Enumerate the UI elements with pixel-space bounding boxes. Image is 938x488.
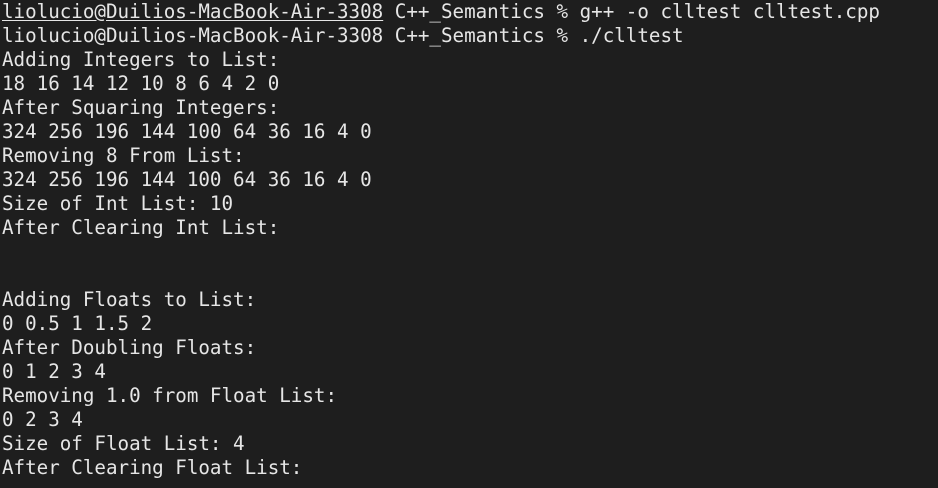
output-line: 0 1 2 3 4: [2, 360, 106, 383]
output-line: Adding Integers to List:: [2, 48, 280, 71]
output-line: Removing 8 From List:: [2, 144, 245, 167]
output-line: Removing 1.0 from Float List:: [2, 384, 338, 407]
terminal-window[interactable]: liolucio@Duilios-MacBook-Air-3308 C++_Se…: [0, 0, 938, 488]
output-line: After Clearing Float List:: [2, 456, 303, 479]
command-line-compile: liolucio@Duilios-MacBook-Air-3308 C++_Se…: [2, 0, 938, 24]
output-line: Size of Int List: 10: [2, 192, 234, 215]
command-text: C++_Semantics % ./clltest: [383, 24, 684, 47]
command-line-run: liolucio@Duilios-MacBook-Air-3308 C++_Se…: [2, 24, 938, 48]
prompt-user-host: liolucio@Duilios-MacBook-Air-3308: [2, 0, 384, 23]
output-line: 0 0.5 1 1.5 2: [2, 312, 153, 335]
output-line: 324 256 196 144 100 64 36 16 4 0: [2, 168, 372, 191]
prompt-user-host: liolucio@Duilios-MacBook-Air-3308: [2, 24, 384, 47]
output-line: 0 2 3 4: [2, 408, 83, 431]
output-line: After Clearing Int List:: [2, 216, 280, 239]
output-line: Adding Floats to List:: [2, 288, 257, 311]
command-text: C++_Semantics % g++ -o clltest clltest.c…: [383, 0, 880, 23]
output-line: After Squaring Integers:: [2, 96, 280, 119]
output-line: Size of Float List: 4: [2, 432, 245, 455]
output-line: After Doubling Floats:: [2, 336, 257, 359]
output-line: 324 256 196 144 100 64 36 16 4 0: [2, 120, 372, 143]
output-line: 18 16 14 12 10 8 6 4 2 0: [2, 72, 280, 95]
